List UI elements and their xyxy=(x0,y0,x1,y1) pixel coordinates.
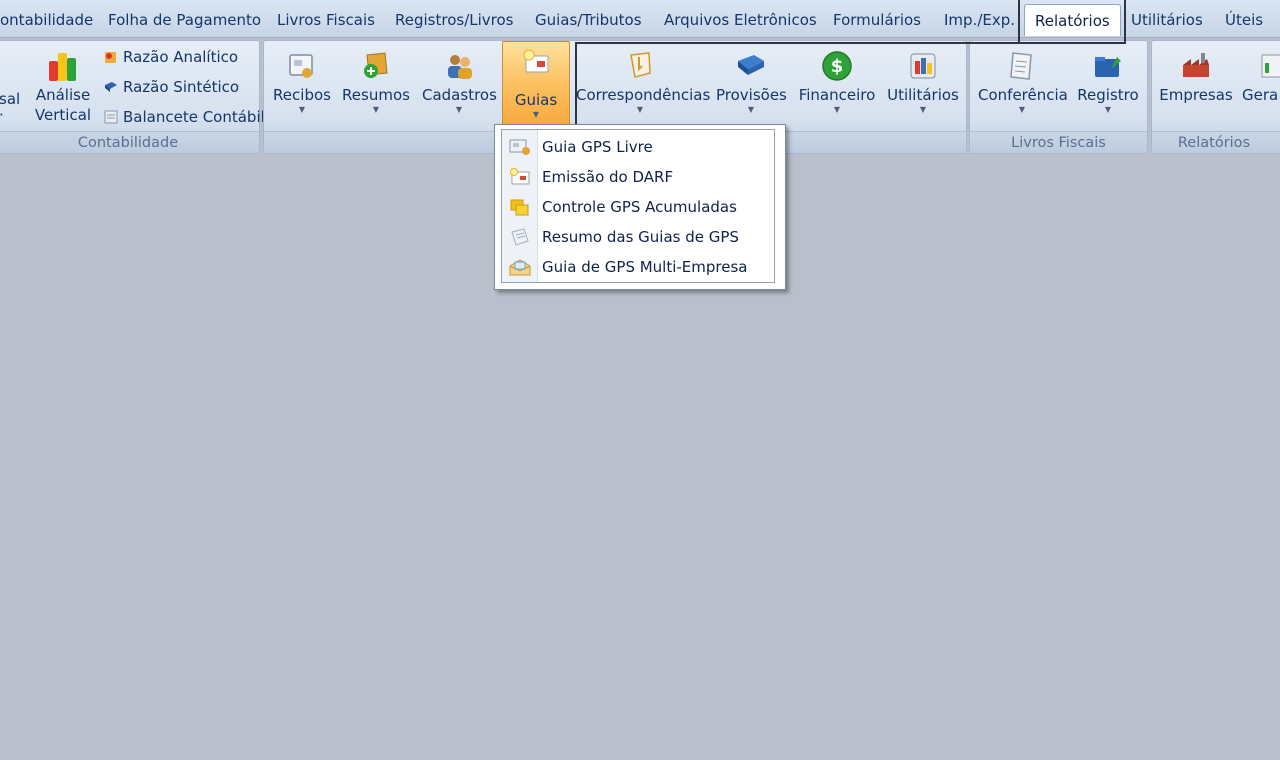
registro-button[interactable]: Registro ▼ xyxy=(1074,45,1142,127)
resumos-label: Resumos xyxy=(342,86,410,104)
razao-analitico-button[interactable]: Razão Analítico xyxy=(103,45,238,69)
razao-analitico-label: Razão Analítico xyxy=(123,48,239,66)
tab-relatorios[interactable]: Relatórios xyxy=(1024,4,1121,36)
gps-summary-icon xyxy=(511,228,529,246)
checklist-icon xyxy=(1010,52,1032,80)
dollar-icon: $ xyxy=(822,51,852,81)
tab-uteis[interactable]: Úteis xyxy=(1225,6,1263,34)
book-icon xyxy=(738,55,764,75)
menu-item-label: Resumo das Guias de GPS xyxy=(542,228,739,246)
menu-item-guia-gps-livre[interactable]: Guia GPS Livre xyxy=(502,132,774,162)
registro-label: Registro xyxy=(1077,86,1139,104)
chevron-down-icon: ▼ xyxy=(455,105,463,114)
analise-vertical-label-2: Vertical xyxy=(34,106,92,124)
menu-item-emissao-do-darf[interactable]: Emissão do DARF xyxy=(502,162,774,192)
guias-dropdown-menu: Guia GPS Livre Emissão do DARF Controle … xyxy=(501,129,775,283)
resumos-button[interactable]: Resumos ▼ xyxy=(342,45,410,127)
chevron-down-icon: ▼ xyxy=(1018,105,1026,114)
svg-text:$: $ xyxy=(831,56,844,77)
analise-vertical-button[interactable]: Análise Vertical xyxy=(33,45,93,127)
utilitarios-ribbon-label: Utilitários xyxy=(887,86,959,104)
ribbon-tab-strip: ontabilidade Folha de Pagamento Livros F… xyxy=(0,0,1280,38)
guias-button[interactable]: Guias ▼ xyxy=(502,41,570,131)
tab-imp-exp[interactable]: Imp./Exp. xyxy=(944,6,1015,34)
guide-document-icon xyxy=(523,49,549,73)
register-folder-icon xyxy=(1095,57,1121,77)
group-label-contabilidade: Contabilidade xyxy=(0,131,259,153)
provisoes-label: Provisões xyxy=(716,86,787,104)
chevron-down-icon: ▼ xyxy=(919,105,927,114)
tab-folha-de-pagamento[interactable]: Folha de Pagamento xyxy=(108,6,261,34)
bar-chart-icon xyxy=(49,53,76,81)
chevron-down-icon: ▼ xyxy=(636,105,644,114)
ledger-analytic-icon xyxy=(105,52,116,63)
utilitarios-ribbon-button[interactable]: Utilitários ▼ xyxy=(884,45,962,127)
recibos-button[interactable]: Recibos ▼ xyxy=(270,45,334,127)
tab-registros-livros[interactable]: Registros/Livros xyxy=(395,6,513,34)
financeiro-label: Financeiro xyxy=(798,86,876,104)
menu-item-controle-gps-acumuladas[interactable]: Controle GPS Acumuladas xyxy=(502,192,774,222)
chevron-down-icon: ▼ xyxy=(372,105,380,114)
generate-report-icon xyxy=(1261,54,1280,78)
correspondencias-button[interactable]: Correspondências ▼ xyxy=(576,45,711,127)
chevron-down-icon: ▼ xyxy=(747,105,755,114)
chevron-down-icon: ▼ xyxy=(833,105,841,114)
razao-sintetico-button[interactable]: Razão Sintético xyxy=(103,75,239,99)
conferencia-button[interactable]: Conferência ▼ xyxy=(978,45,1068,127)
partial-button-sal[interactable]: sal · xyxy=(0,45,23,127)
darf-icon xyxy=(510,168,530,185)
gps-multi-company-icon xyxy=(509,259,531,276)
menu-item-resumo-das-guias-de-gps[interactable]: Resumo das Guias de GPS xyxy=(502,222,774,252)
gera-button[interactable]: Gera xyxy=(1242,45,1280,127)
cadastros-button[interactable]: Cadastros ▼ xyxy=(422,45,497,127)
group-relatorios: Empresas Gera Relatórios xyxy=(1151,40,1280,154)
letter-icon xyxy=(630,52,651,78)
menu-item-label: Controle GPS Acumuladas xyxy=(542,198,737,216)
ledger-synthetic-icon xyxy=(105,82,117,92)
tab-arquivos-eletronicos[interactable]: Arquivos Eletrônicos xyxy=(664,6,817,34)
guias-label: Guias xyxy=(514,91,558,109)
razao-sintetico-label: Razão Sintético xyxy=(123,78,240,96)
menu-item-label: Guia de GPS Multi-Empresa xyxy=(542,258,748,276)
conferencia-label: Conferência xyxy=(978,86,1068,104)
correspondencias-label: Correspondências xyxy=(576,86,711,104)
people-icon xyxy=(448,55,472,79)
menu-item-label: Emissão do DARF xyxy=(542,168,674,186)
empresas-label: Empresas xyxy=(1159,86,1233,104)
tab-formularios[interactable]: Formulários xyxy=(833,6,921,34)
chevron-down-icon: ▼ xyxy=(532,110,540,119)
tab-livros-fiscais[interactable]: Livros Fiscais xyxy=(277,6,375,34)
receipt-icon xyxy=(289,54,313,78)
menu-item-guia-de-gps-multi-empresa[interactable]: Guia de GPS Multi-Empresa xyxy=(502,252,774,282)
empresas-button[interactable]: Empresas xyxy=(1158,45,1234,127)
group-contabilidade: sal · Análise Vertical Razão Analítico R… xyxy=(0,40,265,154)
financeiro-button[interactable]: $ Financeiro ▼ xyxy=(798,45,876,127)
menu-item-label: Guia GPS Livre xyxy=(542,138,653,156)
chevron-down-icon: ▼ xyxy=(298,105,306,114)
tools-icon xyxy=(910,53,936,79)
balancete-contabil-button[interactable]: Balancete Contábil xyxy=(103,105,265,129)
tab-contabilidade[interactable]: ontabilidade xyxy=(0,6,93,34)
balancete-contabil-label: Balancete Contábil xyxy=(123,108,265,126)
partial-button-label-2: · xyxy=(0,108,23,123)
gps-accumulated-icon xyxy=(510,199,529,216)
tab-utilitarios[interactable]: Utilitários xyxy=(1131,6,1203,34)
group-label-relatorios: Relatórios xyxy=(1152,131,1280,153)
group-livros-fiscais: Conferência ▼ Registro ▼ Livros Fiscais xyxy=(969,40,1148,154)
factory-icon xyxy=(1183,53,1209,77)
chevron-down-icon: ▼ xyxy=(1104,105,1112,114)
provisoes-button[interactable]: Provisões ▼ xyxy=(716,45,787,127)
recibos-label: Recibos xyxy=(273,86,331,104)
balance-sheet-icon xyxy=(104,110,118,124)
summary-add-icon xyxy=(364,52,388,78)
cadastros-label: Cadastros xyxy=(422,86,497,104)
tab-guias-tributos[interactable]: Guias/Tributos xyxy=(535,6,642,34)
gps-free-icon xyxy=(509,139,530,155)
group-label-livros-fiscais: Livros Fiscais xyxy=(970,131,1147,153)
analise-vertical-label-1: Análise xyxy=(35,86,91,104)
gera-label: Gera xyxy=(1242,86,1279,104)
